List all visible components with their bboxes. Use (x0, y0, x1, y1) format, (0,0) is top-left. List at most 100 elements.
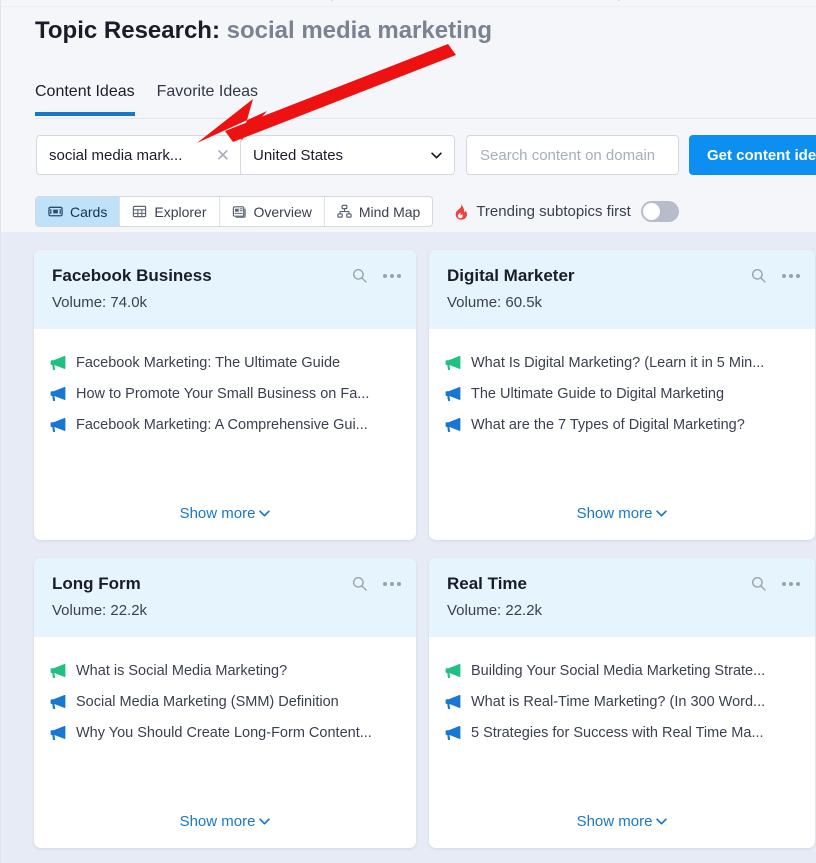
list-item[interactable]: What Is Digital Marketing? (Learn it in … (445, 355, 799, 371)
show-more-button[interactable]: Show more (577, 505, 668, 522)
topic-card[interactable]: Real Time Volume: 22.2k (429, 558, 815, 848)
megaphone-icon (445, 356, 461, 370)
page-title-prefix: Topic Research: (35, 17, 220, 44)
list-item[interactable]: The Ultimate Guide to Digital Marketing (445, 386, 799, 402)
country-select-value: United States (253, 147, 343, 164)
megaphone-icon (50, 664, 66, 678)
topic-card[interactable]: Digital Marketer Volume: 60.5k (429, 250, 815, 540)
search-icon[interactable] (751, 268, 766, 283)
flame-icon (453, 203, 468, 220)
topic-card-volume: Volume: 22.2k (447, 602, 797, 619)
domain-search-input[interactable]: Search content on domain (466, 135, 679, 175)
topic-research-page: Topic Research: social media marketing C… (0, 0, 816, 863)
topic-card-volume: Volume: 74.0k (52, 294, 398, 311)
topic-card-footer: Show more (429, 813, 815, 848)
get-content-ideas-label: Get content ideas (707, 147, 816, 164)
megaphone-icon (445, 387, 461, 401)
tab-bar: Content Ideas Favorite Ideas (35, 83, 258, 116)
more-options-icon[interactable] (383, 582, 401, 586)
keyword-country-group: social media mark... ✕ United States (36, 135, 455, 175)
list-item[interactable]: Facebook Marketing: A Comprehensive Gui.… (50, 417, 400, 433)
more-options-icon[interactable] (782, 274, 800, 278)
list-item-label: What Is Digital Marketing? (Learn it in … (471, 355, 764, 371)
view-mode-explorer[interactable]: Explorer (120, 197, 219, 226)
trending-subtopics-label: Trending subtopics first (476, 203, 631, 220)
view-mode-cards[interactable]: Cards (36, 197, 120, 226)
megaphone-icon (50, 726, 66, 740)
search-toolbar: social media mark... ✕ United States Sea… (36, 135, 816, 175)
chevron-down-icon (259, 510, 270, 517)
search-icon[interactable] (352, 268, 367, 283)
show-more-button[interactable]: Show more (577, 813, 668, 830)
tab-favorite-ideas[interactable]: Favorite Ideas (157, 83, 258, 116)
chevron-down-icon (431, 152, 442, 159)
list-item-label: Building Your Social Media Marketing Str… (471, 663, 765, 679)
show-more-label: Show more (577, 813, 653, 830)
keyword-input[interactable]: social media mark... ✕ (37, 136, 241, 174)
list-item-label: Why You Should Create Long-Form Content.… (76, 725, 372, 741)
list-item[interactable]: How to Promote Your Small Business on Fa… (50, 386, 400, 402)
topic-card-header: Real Time Volume: 22.2k (429, 558, 815, 637)
tab-bar-divider (35, 118, 816, 119)
tab-favorite-ideas-label: Favorite Ideas (157, 83, 258, 100)
topic-card-ideas: Building Your Social Media Marketing Str… (429, 637, 815, 813)
megaphone-icon (50, 695, 66, 709)
page-top-edge (1, 0, 816, 7)
view-mode-overview[interactable]: Overview (220, 197, 325, 226)
search-icon[interactable] (352, 576, 367, 591)
chevron-down-icon (656, 510, 667, 517)
view-mode-explorer-label: Explorer (154, 204, 206, 220)
topic-card-title: Long Form (52, 574, 398, 594)
search-icon[interactable] (751, 576, 766, 591)
topic-card-title: Digital Marketer (447, 266, 797, 286)
topic-card-footer: Show more (429, 505, 815, 540)
topic-card[interactable]: Long Form Volume: 22.2k (34, 558, 416, 848)
view-mode-overview-label: Overview (254, 204, 312, 220)
view-mode-cards-label: Cards (70, 204, 107, 220)
table-icon (132, 204, 147, 219)
list-item[interactable]: 5 Strategies for Success with Real Time … (445, 725, 799, 741)
tab-content-ideas[interactable]: Content Ideas (35, 83, 135, 116)
page-header: Topic Research: social media marketing C… (1, 7, 816, 232)
show-more-button[interactable]: Show more (180, 813, 271, 830)
close-icon[interactable]: ✕ (208, 147, 230, 164)
list-item-label: How to Promote Your Small Business on Fa… (76, 386, 369, 402)
topic-card-volume: Volume: 22.2k (52, 602, 398, 619)
list-item[interactable]: Facebook Marketing: The Ultimate Guide (50, 355, 400, 371)
tab-content-ideas-label: Content Ideas (35, 83, 135, 100)
mindmap-icon (337, 204, 352, 219)
list-item-label: Facebook Marketing: The Ultimate Guide (76, 355, 340, 371)
show-more-button[interactable]: Show more (180, 505, 271, 522)
view-mode-mind-map-label: Mind Map (359, 204, 420, 220)
list-item[interactable]: What is Real-Time Marketing? (In 300 Wor… (445, 694, 799, 710)
topic-card-header: Long Form Volume: 22.2k (34, 558, 416, 637)
country-select[interactable]: United States (241, 136, 454, 174)
get-content-ideas-button[interactable]: Get content ideas (689, 135, 816, 175)
list-item-label: Facebook Marketing: A Comprehensive Gui.… (76, 417, 368, 433)
list-item[interactable]: What is Social Media Marketing? (50, 663, 400, 679)
list-item-label: What is Social Media Marketing? (76, 663, 287, 679)
topic-card-title: Facebook Business (52, 266, 398, 286)
domain-search-placeholder: Search content on domain (480, 147, 655, 164)
topic-card-actions (352, 576, 401, 591)
topic-card-actions (751, 576, 800, 591)
list-item[interactable]: Social Media Marketing (SMM) Definition (50, 694, 400, 710)
trending-subtopics-toggle[interactable] (641, 201, 679, 222)
topic-card-footer: Show more (34, 813, 416, 848)
list-item[interactable]: Why You Should Create Long-Form Content.… (50, 725, 400, 741)
megaphone-icon (445, 418, 461, 432)
toggle-knob (643, 203, 660, 220)
list-item[interactable]: Building Your Social Media Marketing Str… (445, 663, 799, 679)
cards-scroll-area[interactable]: Facebook Business Volume: 74.0k (1, 232, 816, 863)
topic-card-ideas: Facebook Marketing: The Ultimate Guide H… (34, 329, 416, 505)
topic-card[interactable]: Facebook Business Volume: 74.0k (34, 250, 416, 540)
view-mode-group: Cards Explorer Overv (35, 196, 433, 227)
keyword-input-value: social media mark... (49, 147, 182, 164)
more-options-icon[interactable] (383, 274, 401, 278)
view-mode-mind-map[interactable]: Mind Map (325, 197, 432, 226)
topic-card-ideas: What Is Digital Marketing? (Learn it in … (429, 329, 815, 505)
list-item[interactable]: What are the 7 Types of Digital Marketin… (445, 417, 799, 433)
view-toolbar: Cards Explorer Overv (35, 196, 679, 227)
more-options-icon[interactable] (782, 582, 800, 586)
topic-card-actions (352, 268, 401, 283)
